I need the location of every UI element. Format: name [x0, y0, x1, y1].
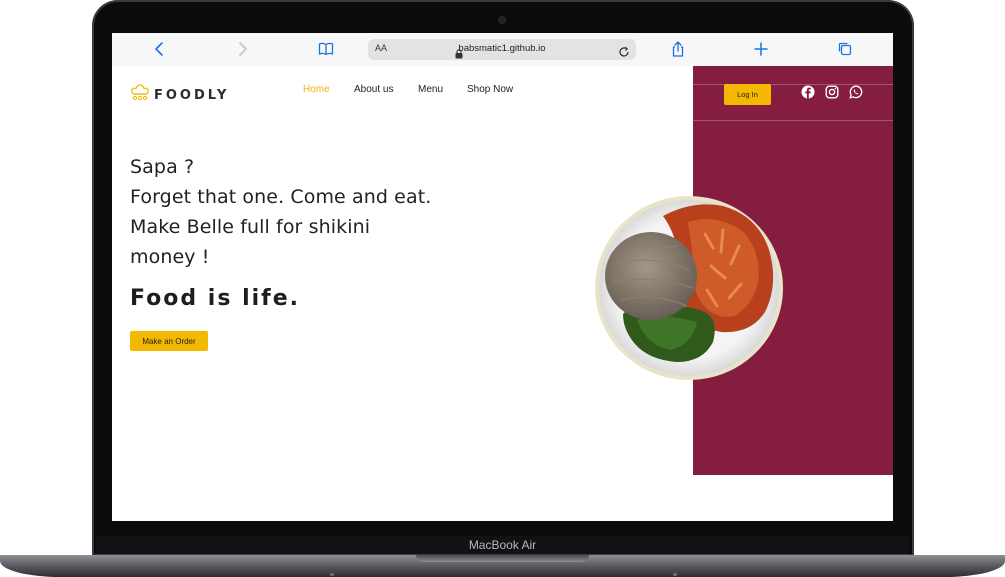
food-plate-image [593, 194, 785, 388]
nav-shop-now[interactable]: Shop Now [467, 84, 513, 95]
hero-line-2: Forget that one. Come and eat. [130, 186, 432, 208]
nav-menu[interactable]: Menu [418, 84, 443, 95]
tabs-icon[interactable] [837, 41, 853, 57]
panel-divider-top [693, 84, 893, 85]
browser-toolbar: AA babsmatic1.github.io [112, 33, 893, 67]
address-bar[interactable]: AA babsmatic1.github.io [368, 39, 636, 60]
laptop-foot [330, 573, 334, 576]
model-label: MacBook Air [468, 538, 537, 552]
hero-line-4: money ! [130, 246, 210, 268]
bookmarks-icon[interactable] [318, 41, 334, 57]
lid-notch [416, 555, 589, 562]
facebook-icon[interactable] [801, 84, 815, 99]
nav-about-us[interactable]: About us [354, 84, 393, 95]
hero-line-3: Make Belle full for shikini [130, 216, 371, 238]
browser-screen: AA babsmatic1.github.io FOODLY Home Abou… [112, 33, 893, 521]
webcam [499, 17, 505, 23]
panel-divider-bottom [693, 120, 893, 121]
new-tab-icon[interactable] [753, 41, 769, 57]
back-icon[interactable] [152, 41, 168, 57]
laptop-foot [673, 573, 677, 576]
login-button[interactable]: Log In [724, 84, 771, 105]
forward-icon[interactable] [234, 41, 250, 57]
logo-text: FOODLY [154, 87, 230, 103]
make-order-button[interactable]: Make an Order [130, 331, 208, 351]
tagline: Food is life. [130, 286, 300, 311]
web-page: FOODLY Home About us Menu Shop Now Log I… [112, 66, 893, 521]
hero-line-1: Sapa ? [130, 156, 195, 178]
whatsapp-icon[interactable] [849, 84, 863, 99]
nav-home[interactable]: Home [303, 84, 330, 95]
chef-hat-icon [130, 84, 150, 106]
instagram-icon[interactable] [825, 84, 839, 99]
url-text: babsmatic1.github.io [458, 43, 546, 54]
site-logo[interactable]: FOODLY [130, 84, 230, 106]
share-icon[interactable] [670, 41, 686, 57]
reload-icon[interactable] [618, 43, 630, 62]
